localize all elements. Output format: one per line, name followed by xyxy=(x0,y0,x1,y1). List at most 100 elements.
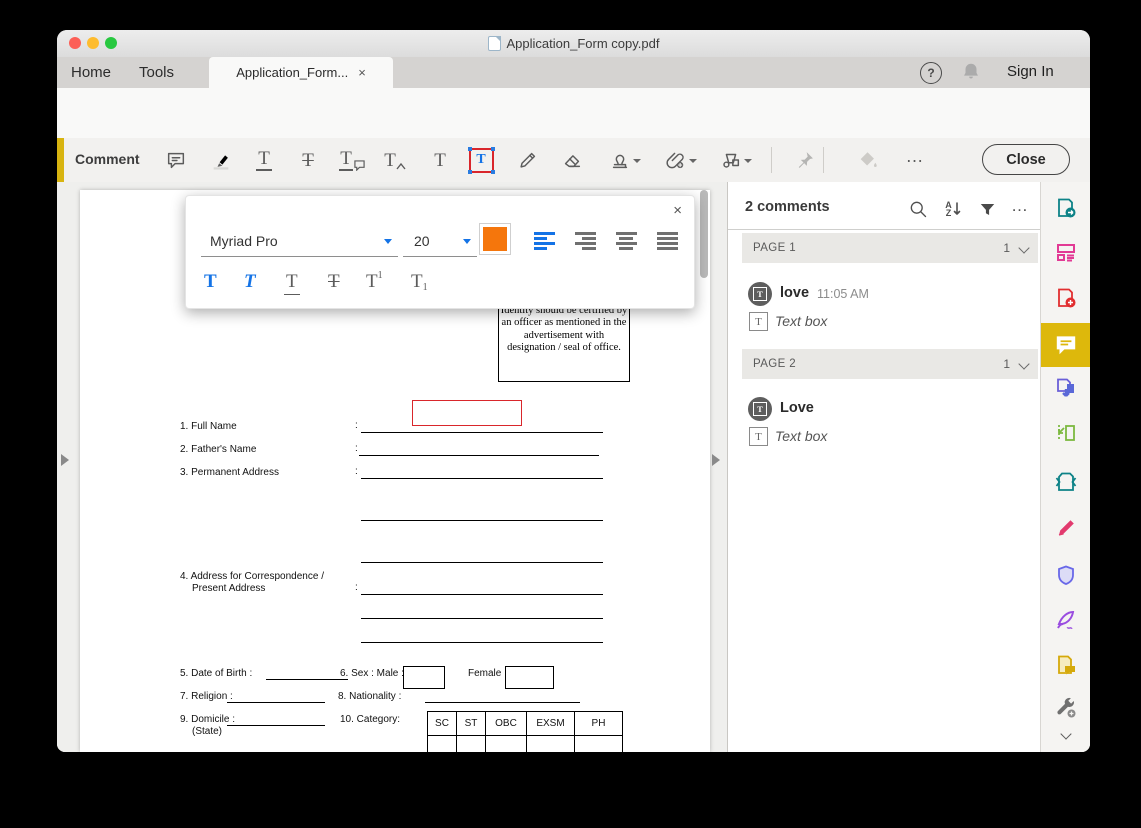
field-label-correspondence: 4. Address for Correspondence / xyxy=(180,571,324,582)
page2-section-header[interactable]: PAGE 2 1 xyxy=(742,349,1038,379)
form-line xyxy=(361,594,603,595)
font-size-select[interactable]: 20 xyxy=(403,226,477,257)
form-line xyxy=(361,520,603,521)
align-left-button-active[interactable] xyxy=(527,224,561,258)
font-family-select[interactable]: Myriad Pro xyxy=(201,226,398,257)
sign-in-button[interactable]: Sign In xyxy=(1007,63,1054,80)
add-text-icon[interactable]: T xyxy=(423,143,457,177)
chevron-down-icon xyxy=(1018,358,1029,369)
strikethrough-text-icon[interactable]: T xyxy=(291,143,325,177)
sticky-note-icon[interactable] xyxy=(159,143,193,177)
tab-document-label: Application_Form... xyxy=(236,65,348,80)
align-justify-button[interactable] xyxy=(650,224,684,258)
rail-scroll-down-icon[interactable] xyxy=(1041,722,1090,746)
form-line xyxy=(361,562,603,563)
superscript-button[interactable]: T1 xyxy=(366,272,383,300)
field-label-permanent-address: 3. Permanent Address xyxy=(180,467,279,478)
form-line xyxy=(361,478,603,479)
filter-comments-icon[interactable] xyxy=(973,195,1001,223)
female-checkbox[interactable] xyxy=(505,666,554,689)
pin-keep-tool-icon[interactable] xyxy=(788,143,822,177)
align-right-button[interactable] xyxy=(568,224,602,258)
font-color-swatch[interactable] xyxy=(479,223,511,255)
panel-header-divider xyxy=(728,229,1040,230)
comment-toolbar-label: Comment xyxy=(75,151,140,167)
field-label-dob: 5. Date of Birth : xyxy=(180,668,252,679)
comment-time: 11:05 AM xyxy=(817,287,869,301)
form-line xyxy=(361,642,603,643)
replace-text-icon[interactable]: T xyxy=(335,143,369,177)
chevron-down-icon xyxy=(463,239,471,244)
text-box-type-icon: T xyxy=(749,427,768,446)
right-panel-toggle-icon[interactable] xyxy=(712,454,720,466)
help-icon[interactable]: ? xyxy=(920,62,942,84)
fill-color-bucket-icon[interactable] xyxy=(851,143,885,177)
comments-count-header: 2 comments xyxy=(745,199,830,215)
fill-sign-icon[interactable] xyxy=(1041,506,1090,550)
tab-home[interactable]: Home xyxy=(71,57,111,88)
tab-tools[interactable]: Tools xyxy=(139,57,174,88)
field-label-sex: 6. Sex : Male : xyxy=(340,668,404,679)
create-pdf-icon[interactable] xyxy=(1041,276,1090,320)
underline-button[interactable]: T xyxy=(284,272,300,300)
highlighter-icon[interactable] xyxy=(204,143,238,177)
male-checkbox[interactable] xyxy=(403,666,445,689)
tab-bar: Home Tools Application_Form... × ? Sign … xyxy=(57,57,1090,88)
popup-close-icon[interactable]: × xyxy=(673,202,682,219)
page1-section-header[interactable]: PAGE 1 1 xyxy=(742,233,1038,263)
organize-pages-icon[interactable] xyxy=(1041,366,1090,410)
comment-type-label: Text box xyxy=(775,313,827,329)
more-options-icon[interactable]: … xyxy=(898,143,932,177)
edit-pdf-icon[interactable] xyxy=(1041,230,1090,274)
tab-document[interactable]: Application_Form... × xyxy=(209,57,393,88)
title-bar: Application_Form copy.pdf xyxy=(57,30,1090,58)
search-comments-icon[interactable] xyxy=(904,195,932,223)
comments-panel: 2 comments AZ … PAGE 1 1 xyxy=(728,182,1040,752)
comments-options-icon[interactable]: … xyxy=(1006,195,1034,223)
document-icon xyxy=(488,36,501,51)
protect-icon[interactable] xyxy=(1041,553,1090,597)
comment-author: love xyxy=(780,285,809,301)
eraser-icon[interactable] xyxy=(555,143,589,177)
tools-rail xyxy=(1040,182,1090,752)
main-toolbar: 1 / 4 xyxy=(57,88,1090,139)
comment-accent-bar xyxy=(57,138,64,182)
form-line xyxy=(361,432,603,433)
form-line xyxy=(361,618,603,619)
close-comment-button[interactable]: Close xyxy=(982,144,1070,175)
form-line xyxy=(227,725,325,726)
text-box-tool-icon-active[interactable]: T xyxy=(464,143,498,177)
drawing-shapes-icon[interactable] xyxy=(714,143,748,177)
field-label-category: 10. Category: xyxy=(340,714,400,725)
italic-button-active[interactable]: T xyxy=(244,272,256,300)
chevron-down-icon xyxy=(384,239,392,244)
comment-toolbar: Comment T T T T T xyxy=(57,138,1090,183)
field-label-domicile: 9. Domicile : xyxy=(180,714,235,725)
field-label-fathers-name: 2. Father's Name xyxy=(180,444,256,455)
pencil-draw-icon[interactable] xyxy=(511,143,545,177)
stamp-icon[interactable] xyxy=(603,143,637,177)
sort-comments-icon[interactable]: AZ xyxy=(939,195,967,223)
underline-text-icon[interactable]: T xyxy=(247,143,281,177)
acrobat-window: Application_Form copy.pdf Home Tools App… xyxy=(57,30,1090,752)
attach-file-icon[interactable] xyxy=(659,143,693,177)
align-center-button[interactable] xyxy=(609,224,643,258)
compress-pdf-icon[interactable] xyxy=(1041,460,1090,504)
document-scrollbar[interactable] xyxy=(700,190,708,278)
export-pdf-icon[interactable] xyxy=(1041,186,1090,230)
scan-ocr-icon[interactable] xyxy=(1041,411,1090,455)
comment-tool-icon-active[interactable] xyxy=(1041,323,1090,367)
selected-text-box-annotation[interactable] xyxy=(412,400,522,426)
send-for-comments-icon[interactable] xyxy=(1041,643,1090,687)
notifications-bell-icon[interactable] xyxy=(960,61,982,88)
insert-text-icon[interactable]: T xyxy=(378,143,412,177)
subscript-button[interactable]: T1 xyxy=(411,272,428,300)
comment-type-label: Text box xyxy=(775,428,827,444)
strikethrough-button[interactable]: T xyxy=(326,272,342,300)
avatar: T xyxy=(748,282,772,306)
tab-close-icon[interactable]: × xyxy=(358,65,366,80)
left-panel-toggle-icon[interactable] xyxy=(61,454,69,466)
certificates-icon[interactable] xyxy=(1041,598,1090,642)
bold-button-active[interactable]: T xyxy=(204,272,217,300)
category-table: SC ST OBC EXSM PH xyxy=(427,711,623,752)
